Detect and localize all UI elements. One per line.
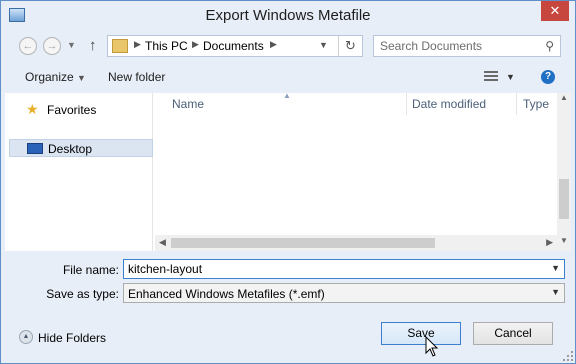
column-divider[interactable] bbox=[406, 93, 407, 115]
forward-arrow-icon: → bbox=[46, 40, 58, 52]
nav-item-label: Favorites bbox=[47, 103, 97, 117]
close-button[interactable]: ✕ bbox=[541, 1, 569, 21]
star-icon: ★ bbox=[26, 101, 39, 117]
save-as-type-label: Save as type: bbox=[46, 287, 119, 301]
chevron-down-icon: ▼ bbox=[77, 73, 86, 83]
file-name-combobox[interactable]: ▼ bbox=[123, 259, 565, 279]
close-icon: ✕ bbox=[549, 3, 561, 18]
scroll-down-arrow-icon[interactable]: ▼ bbox=[560, 236, 568, 245]
file-name-input[interactable] bbox=[128, 262, 538, 276]
save-as-type-value: Enhanced Windows Metafiles (*.emf) bbox=[128, 287, 325, 301]
up-arrow-icon[interactable]: ↑ bbox=[89, 37, 97, 54]
search-icon[interactable]: ⚲ bbox=[545, 39, 554, 53]
column-header-type[interactable]: Type bbox=[523, 97, 549, 111]
breadcrumb-separator-icon: ▶ bbox=[192, 39, 199, 49]
window-title: Export Windows Metafile bbox=[205, 7, 371, 24]
scroll-up-arrow-icon[interactable]: ▲ bbox=[560, 93, 568, 102]
desktop-icon bbox=[27, 143, 43, 154]
search-box[interactable]: ⚲ bbox=[373, 35, 561, 57]
view-chevron-down-icon[interactable]: ▼ bbox=[506, 72, 515, 82]
column-divider[interactable] bbox=[516, 93, 517, 115]
vertical-scroll-thumb[interactable] bbox=[559, 179, 569, 219]
nav-item-label: Desktop bbox=[48, 142, 93, 156]
horizontal-scrollbar[interactable]: ◀ ▶ bbox=[155, 235, 557, 251]
mouse-pointer-icon bbox=[425, 336, 439, 357]
scroll-right-arrow-icon[interactable]: ▶ bbox=[546, 237, 553, 248]
breadcrumb-this-pc[interactable]: This PC bbox=[145, 39, 188, 53]
back-arrow-icon: ← bbox=[22, 40, 34, 52]
sort-ascending-icon: ▲ bbox=[283, 91, 291, 100]
toolbar: Organize ▼ New folder ▼ ? bbox=[1, 61, 575, 93]
cancel-button[interactable]: Cancel bbox=[473, 322, 553, 345]
organize-label: Organize bbox=[25, 70, 74, 84]
nav-item-favorites[interactable]: ★ Favorites bbox=[9, 101, 153, 119]
folder-icon bbox=[112, 39, 128, 53]
back-button[interactable]: ← bbox=[19, 37, 37, 55]
recent-locations-chevron-icon[interactable]: ▼ bbox=[67, 40, 76, 50]
browser-content: ★ Favorites Desktop ▲ Name Date modified… bbox=[5, 91, 571, 251]
nav-item-desktop[interactable]: Desktop bbox=[9, 139, 153, 157]
breadcrumb-separator-icon: ▶ bbox=[270, 39, 277, 49]
chevron-down-icon[interactable]: ▼ bbox=[551, 287, 560, 297]
save-as-type-select[interactable]: Enhanced Windows Metafiles (*.emf) ▼ bbox=[123, 283, 565, 303]
column-header-date-modified[interactable]: Date modified bbox=[412, 97, 486, 111]
resize-grip-icon[interactable] bbox=[563, 351, 573, 361]
organize-button[interactable]: Organize ▼ bbox=[25, 70, 86, 84]
collapse-up-icon: ▲ bbox=[19, 330, 33, 344]
refresh-button[interactable]: ↻ bbox=[338, 36, 362, 56]
refresh-icon: ↻ bbox=[345, 38, 356, 53]
search-input[interactable] bbox=[380, 39, 530, 53]
breadcrumb-documents[interactable]: Documents bbox=[203, 39, 264, 53]
file-name-label: File name: bbox=[62, 263, 119, 277]
chevron-down-icon[interactable]: ▼ bbox=[551, 263, 560, 273]
horizontal-scroll-thumb[interactable] bbox=[171, 238, 435, 248]
address-row: ← → ▼ ↑ ▶ This PC ▶ Documents ▶ ▼ ↻ ⚲ bbox=[1, 31, 575, 61]
address-bar[interactable]: ▶ This PC ▶ Documents ▶ ▼ ↻ bbox=[107, 35, 363, 57]
column-header-name[interactable]: Name bbox=[172, 97, 204, 111]
view-list-icon[interactable] bbox=[484, 71, 498, 82]
breadcrumb-separator-icon: ▶ bbox=[134, 39, 141, 49]
file-list[interactable]: ▲ Name Date modified Type bbox=[155, 91, 557, 233]
address-dropdown-chevron-icon[interactable]: ▼ bbox=[319, 40, 328, 50]
title-bar[interactable]: Export Windows Metafile ✕ bbox=[1, 1, 575, 31]
new-folder-button[interactable]: New folder bbox=[108, 70, 165, 84]
save-button[interactable]: Save bbox=[381, 322, 461, 345]
hide-folders-label: Hide Folders bbox=[38, 331, 107, 345]
help-icon[interactable]: ? bbox=[541, 70, 555, 84]
vertical-scrollbar[interactable]: ▲ ▼ bbox=[557, 93, 571, 251]
scroll-left-arrow-icon[interactable]: ◀ bbox=[159, 237, 166, 248]
forward-button[interactable]: → bbox=[43, 37, 61, 55]
navigation-pane[interactable]: ★ Favorites Desktop bbox=[5, 93, 153, 251]
export-dialog: Export Windows Metafile ✕ ← → ▼ ↑ ▶ This… bbox=[0, 0, 576, 364]
